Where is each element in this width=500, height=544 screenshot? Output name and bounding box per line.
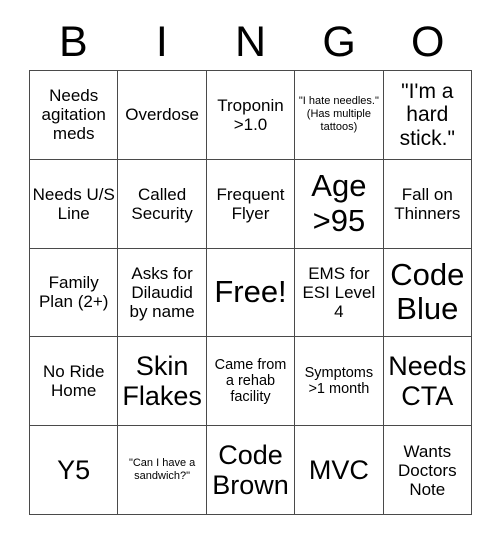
bingo-cell-label: No Ride Home	[42, 362, 105, 401]
bingo-cell-label: Code Blue	[390, 256, 465, 327]
bingo-cell-n5[interactable]: Code Brown	[206, 426, 296, 515]
bingo-cell-label: Skin Flakes	[122, 351, 202, 412]
bingo-header-letter-i: I	[155, 17, 168, 66]
bingo-cell-i1[interactable]: Overdose	[118, 71, 207, 160]
bingo-cell-i5[interactable]: "Can I have a sandwich?"	[118, 426, 207, 515]
bingo-cell-label: Called Security	[131, 184, 193, 223]
bingo-cell-g2[interactable]: Age >95	[295, 159, 384, 249]
bingo-cell-n4[interactable]: Came from a rehab facility	[206, 337, 296, 427]
bingo-cell-o5[interactable]: Wants Doctors Note	[383, 426, 472, 515]
bingo-cell-b5[interactable]: Y5	[30, 426, 119, 515]
bingo-header-letter-o: O	[410, 17, 445, 66]
bingo-header-letter-b: B	[58, 17, 88, 66]
bingo-cell-b4[interactable]: No Ride Home	[30, 337, 119, 427]
bingo-cell-label: Wants Doctors Note	[398, 441, 457, 499]
bingo-cell-g5[interactable]: MVC	[295, 426, 384, 515]
bingo-cell-label: "I'm a hard stick."	[399, 79, 455, 150]
bingo-cell-o4[interactable]: Needs CTA	[383, 337, 472, 427]
bingo-cell-label: Symptoms >1 month	[304, 365, 374, 398]
bingo-cell-label: Frequent Flyer	[216, 184, 285, 223]
bingo-cell-free-space[interactable]: Free!	[206, 248, 296, 338]
bingo-cell-label: "I hate needles." (Has multiple tattoos)	[298, 95, 379, 134]
bingo-cell-label: Family Plan (2+)	[38, 273, 109, 312]
bingo-cell-i2[interactable]: Called Security	[118, 159, 207, 249]
bingo-cell-label: Overdose	[125, 105, 199, 125]
bingo-cell-o2[interactable]: Fall on Thinners	[383, 159, 472, 249]
bingo-cell-label: EMS for ESI Level 4	[302, 263, 376, 321]
bingo-grid: Needs agitation meds Overdose Troponin >…	[29, 70, 472, 515]
bingo-cell-label: "Can I have a sandwich?"	[128, 456, 196, 483]
bingo-cell-b2[interactable]: Needs U/S Line	[30, 159, 119, 249]
bingo-cell-n1[interactable]: Troponin >1.0	[206, 71, 296, 160]
bingo-cell-label: Age >95	[311, 167, 367, 238]
bingo-cell-b1[interactable]: Needs agitation meds	[30, 71, 119, 160]
bingo-header-letter-g: G	[322, 17, 356, 66]
bingo-cell-label: Y5	[57, 454, 91, 485]
bingo-cell-o3[interactable]: Code Blue	[383, 248, 472, 338]
bingo-cell-label: Needs U/S Line	[32, 184, 115, 223]
bingo-cell-label: Needs agitation meds	[41, 86, 106, 144]
bingo-cell-g4[interactable]: Symptoms >1 month	[295, 337, 384, 427]
bingo-cell-label: Asks for Dilaudid by name	[129, 263, 195, 321]
bingo-cell-n2[interactable]: Frequent Flyer	[206, 159, 296, 249]
bingo-header-letter-n: N	[234, 17, 267, 66]
bingo-cell-i4[interactable]: Skin Flakes	[118, 337, 207, 427]
bingo-cell-b3[interactable]: Family Plan (2+)	[30, 248, 119, 338]
bingo-cell-i3[interactable]: Asks for Dilaudid by name	[118, 248, 207, 338]
bingo-cell-label: Fall on Thinners	[394, 184, 461, 223]
bingo-cell-label: MVC	[308, 454, 369, 485]
bingo-cell-label: Troponin >1.0	[217, 95, 284, 134]
bingo-cell-label: Came from a rehab facility	[214, 356, 287, 406]
bingo-cell-g3[interactable]: EMS for ESI Level 4	[295, 248, 384, 338]
bingo-header-row: B I N G O	[29, 14, 472, 70]
bingo-card: B I N G O Needs agitation meds Overdose …	[0, 0, 500, 544]
bingo-cell-label: Code Brown	[212, 439, 289, 501]
bingo-cell-g1[interactable]: "I hate needles." (Has multiple tattoos)	[295, 71, 384, 160]
bingo-cell-label: Needs CTA	[388, 351, 467, 412]
bingo-cell-label: Free!	[214, 274, 287, 310]
bingo-cell-o1[interactable]: "I'm a hard stick."	[383, 71, 472, 160]
